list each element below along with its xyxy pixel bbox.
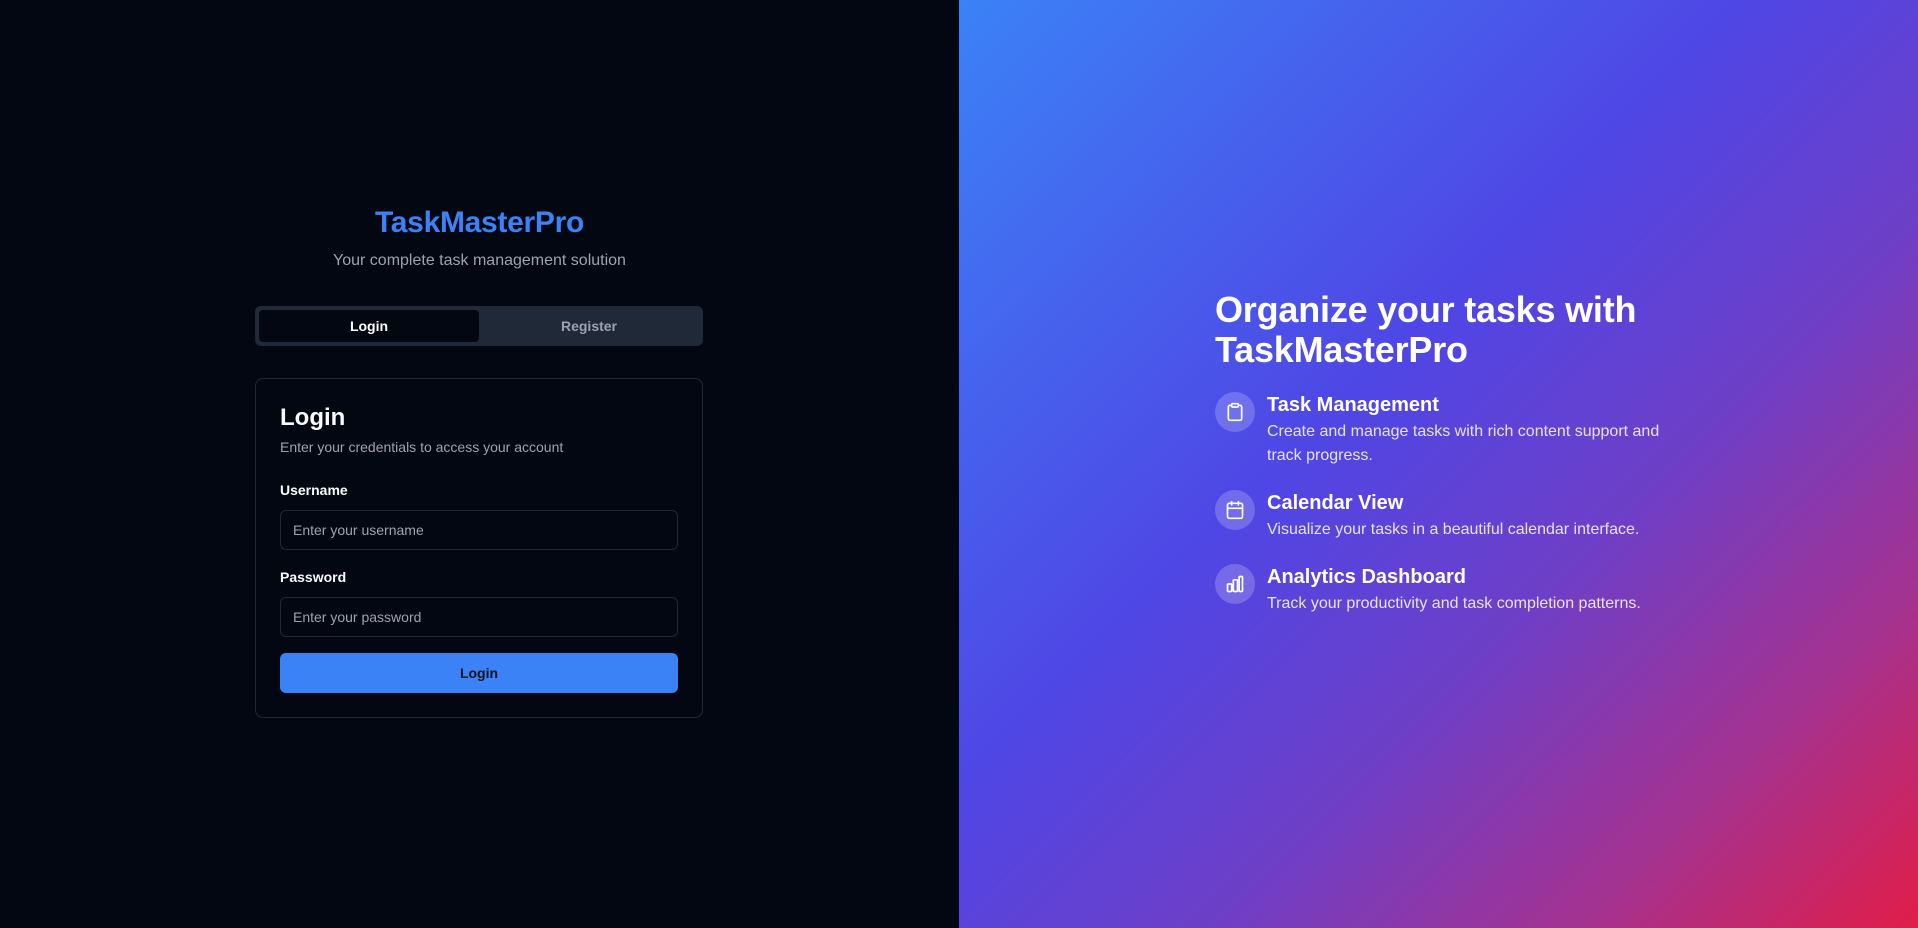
login-card: Login Enter your credentials to access y… (255, 378, 703, 718)
hero-content: Organize your tasks with TaskMasterPro T… (1215, 290, 1735, 638)
feature-description: Visualize your tasks in a beautiful cale… (1267, 521, 1640, 538)
tab-login[interactable]: Login (259, 310, 479, 342)
feature-title: Analytics Dashboard (1267, 566, 1466, 588)
app-root: TaskMasterPro Your complete task managem… (0, 0, 1918, 928)
calendar-icon (1215, 490, 1255, 530)
hero-title: Organize your tasks with TaskMasterPro (1215, 289, 1637, 370)
feature-list: Task Management Create and manage tasks … (1215, 392, 1735, 616)
feature-item: Analytics Dashboard Track your productiv… (1215, 564, 1735, 616)
tab-register[interactable]: Register (479, 310, 699, 342)
username-input[interactable] (280, 510, 678, 550)
brand-tagline: Your complete task management solution (333, 252, 626, 269)
feature-description: Create and manage tasks with rich conten… (1267, 423, 1660, 464)
auth-panel: TaskMasterPro Your complete task managem… (0, 0, 959, 928)
clipboard-icon (1215, 392, 1255, 432)
login-card-title: Login (280, 404, 346, 431)
feature-item: Calendar View Visualize your tasks in a … (1215, 490, 1735, 542)
password-input[interactable] (280, 597, 678, 637)
login-card-description: Enter your credentials to access your ac… (280, 439, 564, 455)
username-label: Username (280, 482, 348, 498)
feature-description: Track your productivity and task complet… (1267, 595, 1641, 612)
hero-panel: Organize your tasks with TaskMasterPro T… (959, 0, 1918, 928)
feature-item: Task Management Create and manage tasks … (1215, 392, 1735, 468)
password-label: Password (280, 569, 347, 585)
feature-title: Calendar View (1267, 492, 1404, 514)
login-submit-button[interactable]: Login (280, 653, 678, 693)
auth-tabs: Login Register (255, 306, 703, 346)
bar-chart-icon (1215, 564, 1255, 604)
feature-title: Task Management (1267, 394, 1439, 416)
brand-title: TaskMasterPro (375, 206, 584, 239)
